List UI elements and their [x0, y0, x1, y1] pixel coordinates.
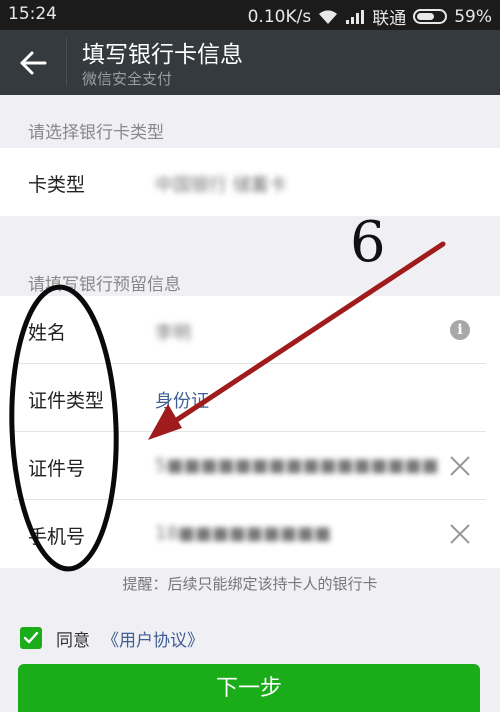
phone-row: 手机号 18■■■■■■■■■: [0, 500, 500, 568]
agreement-row: 同意 《用户协议》: [20, 625, 204, 651]
hint-text: 提醒：后续只能绑定该持卡人的银行卡: [122, 575, 378, 593]
network-speed: 0.10K/s: [247, 6, 312, 27]
id-number-input[interactable]: 5■■■■■■■■■■■■■■■■: [155, 455, 439, 476]
info-section-header: 请填写银行预留信息: [28, 275, 181, 295]
arrow-left-icon[interactable]: [18, 48, 48, 78]
clear-icon[interactable]: [448, 454, 472, 478]
page-title: 填写银行卡信息: [82, 42, 243, 68]
info-group: 姓名 李明 i 证件类型 身份证 证件号 5■■■■■■■■■■■■■■■■ 手…: [0, 296, 500, 568]
status-bar: 15:24 0.10K/s 联通 59%: [0, 0, 500, 30]
card-type-value: 中国银行 储蓄卡: [155, 175, 287, 196]
agree-checkbox[interactable]: [20, 627, 42, 649]
id-type-value[interactable]: 身份证: [155, 387, 209, 413]
info-icon[interactable]: i: [450, 320, 470, 340]
name-row: 姓名 李明 i: [0, 296, 500, 364]
card-type-label: 卡类型: [28, 174, 86, 196]
nav-bar: 填写银行卡信息 微信安全支付: [0, 30, 500, 95]
name-label: 姓名: [28, 322, 67, 344]
wifi-icon: [319, 9, 338, 24]
next-button[interactable]: 下一步: [18, 664, 480, 712]
phone-input[interactable]: 18■■■■■■■■■: [155, 523, 331, 544]
card-type-group: 卡类型 中国银行 储蓄卡: [0, 148, 500, 216]
agree-label: 同意: [56, 630, 90, 651]
signal-icon: [346, 9, 365, 24]
battery-icon: [413, 9, 448, 24]
user-agreement-link[interactable]: 《用户协议》: [102, 626, 204, 651]
clear-icon[interactable]: [448, 522, 472, 546]
annotation-number: 6: [350, 210, 386, 275]
name-value: 李明: [155, 323, 191, 344]
carrier-name: 联通: [372, 9, 407, 29]
id-number-row: 证件号 5■■■■■■■■■■■■■■■■: [0, 432, 500, 500]
id-type-label: 证件类型: [28, 390, 105, 412]
battery-percent: 59%: [454, 6, 492, 27]
id-type-row[interactable]: 证件类型 身份证: [0, 364, 500, 432]
status-indicators: 0.10K/s 联通 59%: [247, 4, 492, 30]
card-type-row[interactable]: 卡类型 中国银行 储蓄卡: [0, 148, 500, 216]
page-subtitle: 微信安全支付: [82, 70, 173, 88]
check-icon: [23, 631, 39, 644]
id-number-label: 证件号: [28, 458, 86, 480]
card-section-header: 请选择银行卡类型: [28, 123, 164, 143]
status-time: 15:24: [8, 4, 57, 24]
phone-label: 手机号: [28, 526, 86, 548]
nav-divider: [66, 38, 67, 86]
